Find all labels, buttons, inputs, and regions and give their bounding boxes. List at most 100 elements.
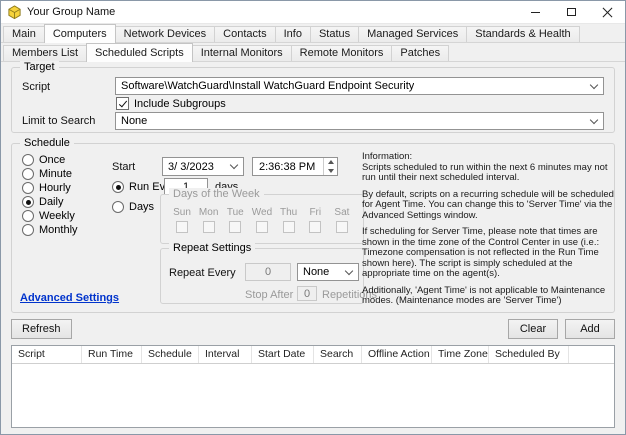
tab-network-devices[interactable]: Network Devices	[114, 26, 216, 42]
subtab-internal-monitors[interactable]: Internal Monitors	[191, 45, 292, 61]
table-body[interactable]	[12, 364, 614, 427]
subtab-scheduled-scripts[interactable]: Scheduled Scripts	[86, 43, 193, 62]
dow-mon-label: Mon	[198, 207, 219, 218]
spin-up-icon[interactable]	[324, 158, 337, 167]
stop-after-value: 0	[303, 287, 311, 300]
info-paragraph-1: Scripts scheduled to run within the next…	[362, 161, 608, 183]
refresh-button[interactable]: Refresh	[11, 319, 72, 339]
tab-main[interactable]: Main	[3, 26, 45, 42]
tab-status[interactable]: Status	[309, 26, 360, 42]
limit-to-search-combobox[interactable]: None	[115, 112, 604, 130]
advanced-settings-link[interactable]: Advanced Settings	[20, 292, 119, 304]
radio-weekly[interactable]: Weekly	[22, 210, 75, 222]
spinner-buttons	[323, 158, 337, 175]
radio-hourly[interactable]: Hourly	[22, 182, 71, 194]
tab-standards-health[interactable]: Standards & Health	[466, 26, 580, 42]
info-paragraph-2: By default, scripts on a recurring sched…	[362, 188, 614, 221]
add-button[interactable]: Add	[565, 319, 615, 339]
dow-col-sat: Sat	[329, 207, 355, 233]
dow-col-mon: Mon	[196, 207, 222, 233]
radio-once[interactable]: Once	[22, 154, 65, 166]
schedule-group: Schedule Once Minute Hourly Daily Weekly	[11, 137, 618, 313]
clear-button[interactable]: Clear	[508, 319, 558, 339]
info-title: Information:	[362, 152, 413, 162]
dow-col-fri: Fri	[302, 207, 328, 233]
limit-to-search-value: None	[121, 115, 148, 127]
script-combobox[interactable]: Software\WatchGuard\Install WatchGuard E…	[115, 77, 604, 95]
minimize-button[interactable]	[517, 1, 553, 23]
tab-info[interactable]: Info	[274, 26, 311, 42]
start-time-spinner[interactable]: 2:36:38 PM	[252, 157, 338, 176]
column-schedule[interactable]: Schedule	[142, 346, 199, 363]
radio-daily[interactable]: Daily	[22, 196, 63, 208]
table-header: Script Run Time Schedule Interval Start …	[12, 346, 614, 364]
info-paragraph-4: Additionally, 'Agent Time' is not applic…	[362, 284, 606, 306]
dow-thu-checkbox	[282, 221, 295, 233]
stop-after-input: 0	[297, 286, 317, 301]
start-date-picker[interactable]: 3/ 3/2023	[162, 157, 244, 176]
chevron-down-icon	[226, 159, 242, 174]
radio-checked-icon	[112, 181, 124, 193]
dow-fri-checkbox	[309, 221, 322, 233]
tab-contacts[interactable]: Contacts	[214, 26, 276, 42]
dow-col-wed: Wed	[249, 207, 275, 233]
radio-checked-icon	[22, 196, 34, 208]
maximize-icon	[566, 8, 576, 16]
radio-icon	[22, 168, 34, 180]
dow-tue-checkbox	[229, 221, 242, 233]
days-label: Days	[129, 201, 155, 213]
dow-col-sun: Sun	[169, 207, 195, 233]
column-search[interactable]: Search	[314, 346, 362, 363]
schedule-info-text: Information: Scripts scheduled to run wi…	[362, 152, 618, 308]
repeat-settings-legend: Repeat Settings	[169, 242, 256, 254]
radio-icon	[22, 154, 34, 166]
column-start-date[interactable]: Start Date	[252, 346, 314, 363]
days-of-week-group: Days of the Week Sun Mon Tue Wed Thu Fri…	[160, 188, 364, 244]
repeat-every-label: Repeat Every	[169, 267, 236, 279]
limit-to-search-label: Limit to Search	[22, 115, 96, 127]
dow-sun-checkbox	[176, 221, 188, 233]
spin-down-icon[interactable]	[324, 167, 337, 176]
column-filler	[569, 346, 614, 363]
radio-monthly[interactable]: Monthly	[22, 224, 78, 236]
column-run-time[interactable]: Run Time	[82, 346, 142, 363]
titlebar: Your Group Name	[1, 1, 625, 24]
column-scheduled-by[interactable]: Scheduled By	[489, 346, 569, 363]
tab-managed-services[interactable]: Managed Services	[358, 26, 468, 42]
radio-monthly-label: Monthly	[39, 224, 78, 236]
dow-wed-label: Wed	[251, 207, 273, 218]
include-subgroups-checkbox[interactable]: Include Subgroups	[116, 97, 226, 110]
tab-computers[interactable]: Computers	[43, 24, 116, 43]
dow-thu-label: Thu	[280, 207, 298, 218]
chevron-down-icon	[586, 114, 602, 128]
minimize-icon	[530, 11, 540, 13]
subtab-patches[interactable]: Patches	[391, 45, 450, 61]
column-offline-action[interactable]: Offline Action	[362, 346, 432, 363]
column-script[interactable]: Script	[12, 346, 82, 363]
maximize-button[interactable]	[553, 1, 589, 23]
app-icon	[8, 4, 21, 19]
dow-fri-label: Fri	[309, 207, 322, 218]
radio-icon	[22, 182, 34, 194]
start-date-value: 3/ 3/2023	[168, 160, 214, 173]
column-interval[interactable]: Interval	[199, 346, 252, 363]
repeat-unit-value: None	[303, 266, 330, 278]
radio-days[interactable]: Days	[112, 201, 154, 213]
toolbar: Refresh Clear Add	[11, 319, 615, 339]
days-of-week-row: Sun Mon Tue Wed Thu Fri Sat	[169, 207, 355, 233]
radio-icon	[22, 210, 34, 222]
radio-minute[interactable]: Minute	[22, 168, 72, 180]
dow-mon-checkbox	[202, 221, 215, 233]
radio-hourly-label: Hourly	[39, 182, 71, 194]
close-button[interactable]	[589, 1, 625, 23]
repeat-unit-combobox[interactable]: None	[297, 263, 359, 281]
column-time-zone[interactable]: Time Zone	[432, 346, 489, 363]
subtab-remote-monitors[interactable]: Remote Monitors	[290, 45, 393, 61]
start-label: Start	[112, 161, 136, 173]
dow-col-tue: Tue	[222, 207, 248, 233]
target-legend: Target	[20, 61, 59, 73]
close-icon	[602, 7, 613, 18]
stop-after-label: Stop After	[245, 289, 294, 301]
caption-buttons	[517, 1, 625, 23]
subtab-members-list[interactable]: Members List	[3, 45, 88, 61]
